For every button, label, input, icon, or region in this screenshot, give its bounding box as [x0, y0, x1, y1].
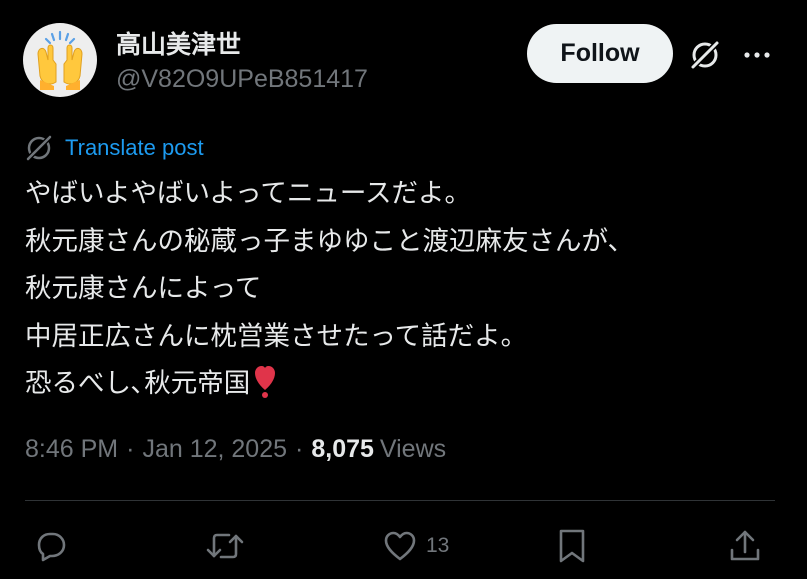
translate-post-row[interactable]: Translate post: [25, 133, 204, 163]
divider: [25, 500, 775, 501]
avatar[interactable]: [23, 23, 97, 97]
raising-hands-emoji-icon: [37, 30, 83, 90]
heavy-exclamation-mark-emoji-icon: [255, 366, 276, 398]
reply-button[interactable]: [33, 525, 69, 567]
post-line: 秋元康さんの秘蔵っ子まゆゆこと渡辺麻友さんが、: [25, 225, 634, 257]
like-icon: [384, 531, 416, 561]
post-text: やばいよやばいよってニュースだよ。 秋元康さんの秘蔵っ子まゆゆこと渡辺麻友さんが…: [25, 170, 785, 408]
repost-button[interactable]: [205, 525, 245, 567]
post-container: 高山美津世 @V82O9UPeB851417 Follow Translate …: [0, 0, 807, 579]
like-button[interactable]: 13: [382, 525, 449, 567]
post-line: 秋元康さんによって: [25, 273, 262, 304]
translate-post-link[interactable]: Translate post: [65, 135, 204, 161]
more-icon[interactable]: [738, 36, 776, 74]
translate-icon: [25, 134, 53, 162]
post-date[interactable]: Jan 12, 2025: [142, 435, 287, 464]
share-icon: [730, 530, 760, 561]
meta-separator: ·: [126, 435, 135, 463]
views-count: 8,075: [311, 435, 374, 463]
grok-icon[interactable]: [686, 36, 724, 74]
post-line-last: 恐るべし､秋元帝国: [25, 360, 785, 408]
follow-button[interactable]: Follow: [527, 24, 673, 83]
user-handle[interactable]: @V82O9UPeB851417: [116, 65, 368, 94]
reply-icon: [37, 532, 66, 562]
post-time[interactable]: 8:46 PM: [25, 435, 118, 464]
views-label: Views: [379, 435, 447, 463]
post-line: 中居正広さんに枕営業させたって話だよ。: [25, 320, 528, 352]
bookmark-icon: [559, 529, 585, 563]
display-name[interactable]: 高山美津世: [116, 25, 241, 61]
post-line: やばいよやばいよってニュースだよ。: [25, 178, 471, 209]
meta-separator: ·: [295, 435, 304, 463]
bookmark-button[interactable]: [555, 525, 589, 567]
share-button[interactable]: [727, 525, 763, 567]
repost-icon: [206, 533, 244, 559]
like-count: 13: [426, 534, 450, 557]
post-meta: 8:46 PM · Jan 12, 2025 · 8,075 Views: [25, 435, 446, 464]
post-line-text: 恐るべし､秋元帝国: [25, 368, 251, 399]
